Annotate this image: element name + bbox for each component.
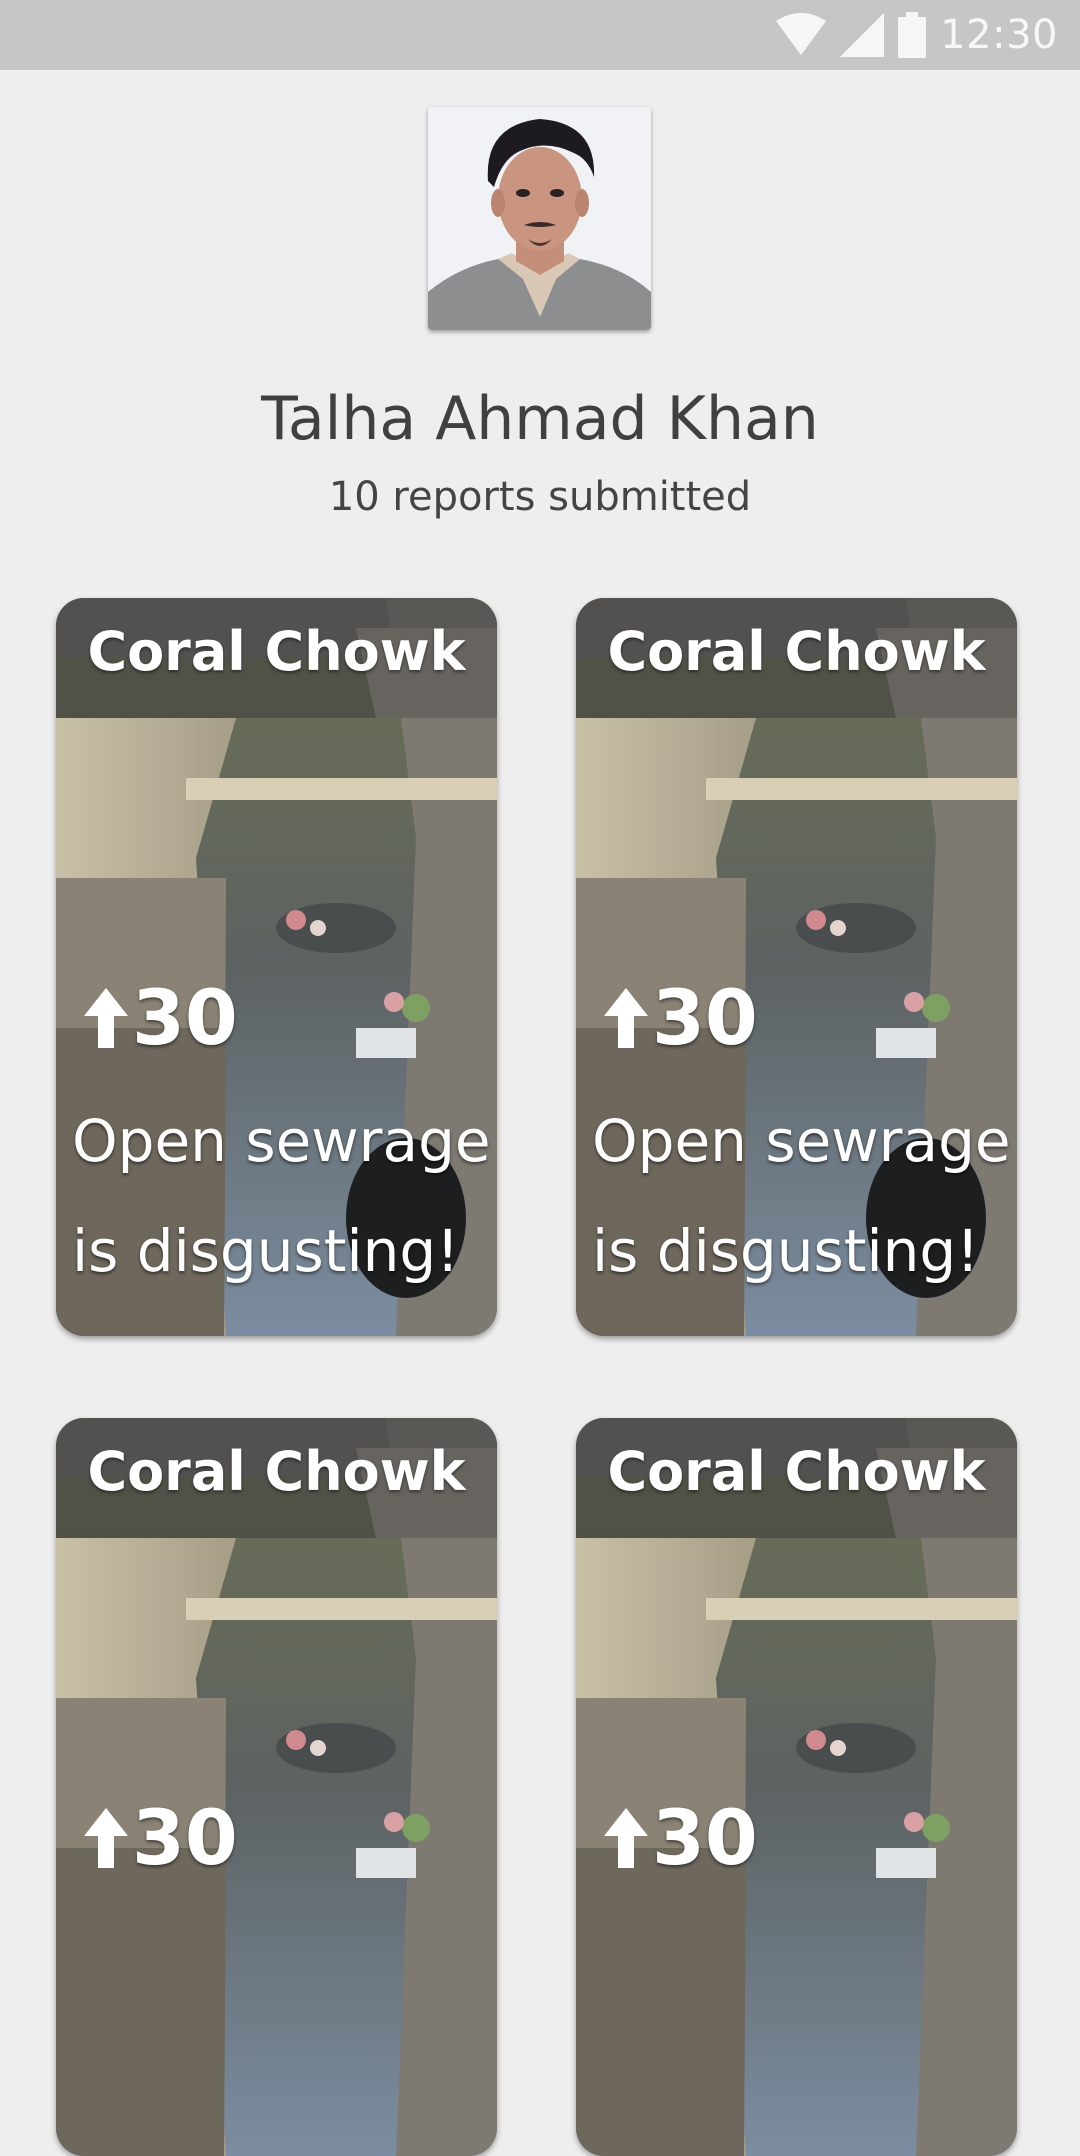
status-time: 12:30 xyxy=(940,12,1058,58)
report-card[interactable]: Coral Chowk 30 Open sewrage is disgustin… xyxy=(56,598,497,1336)
upvote-count: 30 xyxy=(132,973,238,1062)
avatar[interactable] xyxy=(428,107,651,330)
card-header: Coral Chowk xyxy=(56,1418,497,1538)
upvote-button[interactable]: 30 xyxy=(604,1798,758,1878)
arrow-up-icon xyxy=(84,1808,128,1868)
wifi-icon xyxy=(776,13,827,55)
arrow-up-icon xyxy=(84,988,128,1048)
report-card[interactable]: Coral Chowk 30 xyxy=(576,1418,1017,2156)
upvote-count: 30 xyxy=(132,1793,238,1882)
card-header: Coral Chowk xyxy=(56,598,497,718)
card-location: Coral Chowk xyxy=(607,620,986,683)
card-header: Coral Chowk xyxy=(576,1418,1017,1538)
battery-icon xyxy=(898,12,927,58)
card-description: Open sewrage is disgusting! xyxy=(72,1107,491,1285)
card-description: Open sewrage is disgusting! xyxy=(592,1107,1011,1285)
report-card[interactable]: Coral Chowk 30 Open sewrage is disgustin… xyxy=(576,598,1017,1336)
upvote-count: 30 xyxy=(652,1793,758,1882)
card-header: Coral Chowk xyxy=(576,598,1017,718)
arrow-up-icon xyxy=(604,1808,648,1868)
upvote-button[interactable]: 30 xyxy=(604,978,758,1058)
report-card[interactable]: Coral Chowk 30 xyxy=(56,1418,497,2156)
upvote-count: 30 xyxy=(652,973,758,1062)
card-location: Coral Chowk xyxy=(607,1440,986,1503)
card-location: Coral Chowk xyxy=(87,1440,466,1503)
profile-name: Talha Ahmad Khan xyxy=(261,384,819,454)
upvote-button[interactable]: 30 xyxy=(84,978,238,1058)
reports-count: 10 reports submitted xyxy=(328,474,752,520)
cellular-signal-icon xyxy=(840,13,885,57)
card-location: Coral Chowk xyxy=(87,620,466,683)
status-icons: 12:30 xyxy=(776,8,1058,62)
arrow-up-icon xyxy=(604,988,648,1048)
avatar-photo xyxy=(428,107,651,330)
status-bar: 12:30 xyxy=(0,0,1080,70)
upvote-button[interactable]: 30 xyxy=(84,1798,238,1878)
